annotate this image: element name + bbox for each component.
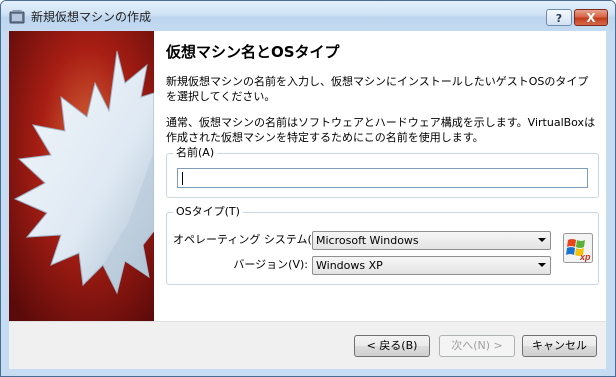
- os-select-value: Microsoft Windows: [316, 234, 419, 247]
- chevron-down-icon: [538, 263, 546, 267]
- wizard-window: 新規仮想マシンの作成 ? X 仮想マシン名とOSタイプ 新規仮想マシンの名前を入…: [0, 0, 616, 377]
- divider: [9, 321, 606, 322]
- vm-name-input[interactable]: [177, 168, 588, 188]
- os-type-group-label: OSタイプ(T): [173, 205, 243, 219]
- text-caret: [182, 172, 183, 185]
- cancel-button[interactable]: キャンセル: [522, 335, 597, 357]
- next-button[interactable]: 次へ(N) >: [439, 335, 515, 357]
- wizard-body: 仮想マシン名とOSタイプ 新規仮想マシンの名前を入力し、仮想マシンにインストール…: [9, 31, 606, 321]
- close-button[interactable]: X: [574, 9, 608, 26]
- windows-xp-logo-icon: xp: [563, 233, 593, 263]
- wizard-content: 仮想マシン名とOSタイプ 新規仮想マシンの名前を入力し、仮想マシンにインストール…: [164, 31, 604, 321]
- note-text: 通常、仮想マシンの名前はソフトウェアとハードウェア構成を示します。Virtual…: [166, 116, 596, 144]
- version-select-value: Windows XP: [316, 259, 383, 272]
- window-title: 新規仮想マシンの作成: [31, 10, 152, 24]
- chevron-down-icon: [538, 238, 546, 242]
- version-select[interactable]: Windows XP: [312, 256, 551, 275]
- os-type-group: OSタイプ(T) オペレーティング システム(S): Microsoft Win…: [166, 205, 599, 285]
- name-group-label: 名前(A): [173, 146, 218, 160]
- title-bar: 新規仮想マシンの作成 ? X: [1, 1, 615, 31]
- version-label: バージョン(V):: [233, 258, 308, 271]
- back-button[interactable]: < 戻る(B): [354, 335, 430, 357]
- page-heading: 仮想マシン名とOSタイプ: [166, 43, 340, 61]
- starburst-illustration: [9, 31, 154, 321]
- wizard-sidebar-graphic: [9, 31, 154, 321]
- intro-text: 新規仮想マシンの名前を入力し、仮想マシンにインストールしたいゲストOSのタイプを…: [166, 75, 589, 103]
- os-label: オペレーティング システム(S):: [173, 233, 327, 246]
- virtualbox-app-icon: [9, 10, 25, 24]
- os-select[interactable]: Microsoft Windows: [312, 231, 551, 250]
- xp-logo-text: xp: [579, 252, 591, 262]
- button-bar: < 戻る(B) 次へ(N) > キャンセル: [9, 321, 606, 369]
- name-group: 名前(A): [166, 146, 599, 198]
- help-button[interactable]: ?: [546, 9, 572, 26]
